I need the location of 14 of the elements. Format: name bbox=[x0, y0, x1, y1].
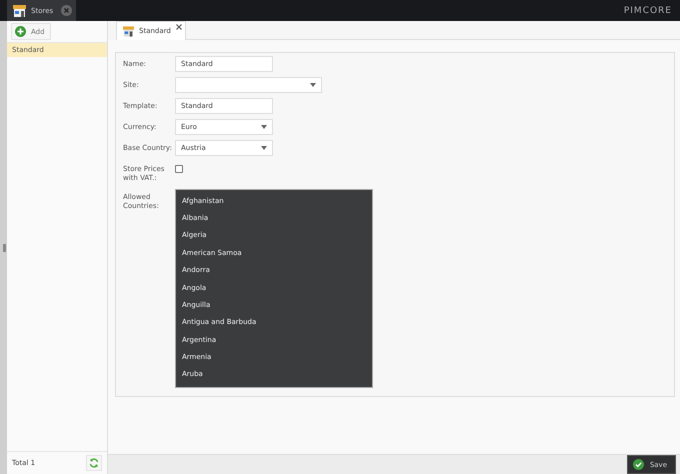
plus-icon bbox=[15, 26, 26, 37]
collapse-handle[interactable] bbox=[3, 244, 6, 252]
checkbox[interactable] bbox=[175, 165, 183, 173]
refresh-icon bbox=[89, 458, 99, 468]
caret-icon bbox=[261, 125, 267, 129]
logo: PIMCORE bbox=[624, 6, 672, 16]
store-icon bbox=[123, 26, 134, 36]
store-icon bbox=[13, 4, 26, 16]
checkmark-icon bbox=[632, 459, 644, 470]
dropdown-field[interactable] bbox=[175, 77, 322, 93]
refresh-button[interactable] bbox=[86, 455, 102, 471]
caret-icon bbox=[261, 146, 267, 150]
close-icon[interactable] bbox=[176, 24, 182, 30]
caret-icon bbox=[310, 83, 316, 87]
